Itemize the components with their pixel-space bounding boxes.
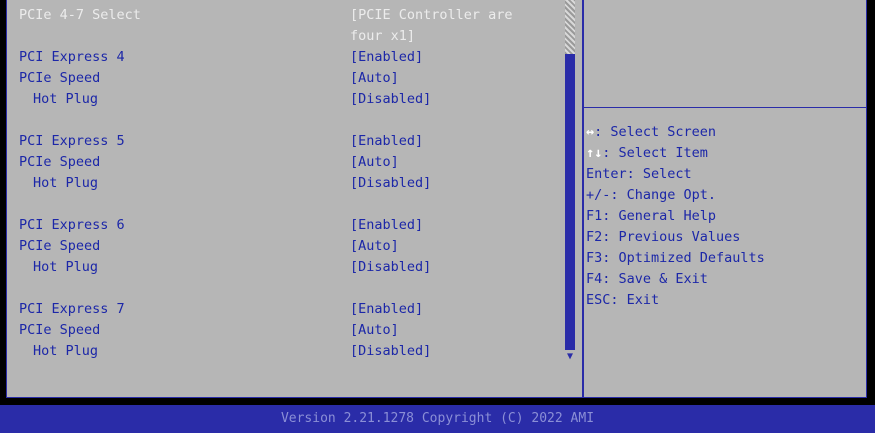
panel-divider xyxy=(582,0,584,397)
help-change: +/-: Change Opt. xyxy=(586,187,717,203)
setting-value[interactable]: [PCIE Controller are xyxy=(350,5,513,25)
setting-value[interactable]: [Auto] xyxy=(350,236,399,256)
setting-row-hot-plug-4[interactable]: Hot Plug [Disabled] xyxy=(7,89,557,109)
setting-row-pcie-speed-4[interactable]: PCIe Speed [Auto] xyxy=(7,68,557,88)
setting-row-pci-express-4[interactable]: PCI Express 4 [Enabled] xyxy=(7,47,557,67)
help-f2: F2: Previous Values xyxy=(586,229,741,245)
setting-label: PCI Express 7 xyxy=(19,301,125,317)
version-footer: Version 2.21.1278 Copyright (C) 2022 AMI xyxy=(0,405,875,433)
setting-label: Hot Plug xyxy=(33,343,99,359)
setting-row-pci-express-5[interactable]: PCI Express 5 [Enabled] xyxy=(7,131,557,151)
setting-label: Hot Plug xyxy=(33,175,99,191)
setting-label: PCI Express 6 xyxy=(19,217,125,233)
setting-value[interactable]: [Enabled] xyxy=(350,47,423,67)
setting-row-hot-plug-6[interactable]: Hot Plug [Disabled] xyxy=(7,257,557,277)
setting-label: Hot Plug xyxy=(33,91,99,107)
help-select-screen: ↔: Select Screen xyxy=(586,124,717,140)
setting-label: Hot Plug xyxy=(33,259,99,275)
help-f1: F1: General Help xyxy=(586,208,717,224)
setting-row-pci-express-6[interactable]: PCI Express 6 [Enabled] xyxy=(7,215,557,235)
setup-panel: PCIe 4-7 Select [PCIE Controller are fou… xyxy=(6,0,867,398)
setting-row-pcie-select[interactable]: PCIe 4-7 Select [PCIE Controller are xyxy=(7,5,557,25)
setting-row-hot-plug-7[interactable]: Hot Plug [Disabled] xyxy=(7,341,557,361)
setting-value[interactable]: [Enabled] xyxy=(350,131,423,151)
setting-label: PCIe Speed xyxy=(19,322,101,338)
scroll-down-arrow-icon[interactable]: ▼ xyxy=(564,350,576,364)
help-esc: ESC: Exit xyxy=(586,292,660,308)
setting-row-pcie-speed-5[interactable]: PCIe Speed [Auto] xyxy=(7,152,557,172)
setting-value[interactable]: [Auto] xyxy=(350,68,399,88)
setting-row-hot-plug-5[interactable]: Hot Plug [Disabled] xyxy=(7,173,557,193)
help-enter: Enter: Select xyxy=(586,166,692,182)
setting-value[interactable]: [Auto] xyxy=(350,320,399,340)
setting-row-pcie-speed-6[interactable]: PCIe Speed [Auto] xyxy=(7,236,557,256)
setting-label: PCIe Speed xyxy=(19,70,101,86)
up-down-arrow-icon: ↑↓ xyxy=(586,145,603,161)
setting-value[interactable]: [Auto] xyxy=(350,152,399,172)
setting-label: PCIe 4-7 Select xyxy=(19,7,141,23)
setting-row-pcie-speed-7[interactable]: PCIe Speed [Auto] xyxy=(7,320,557,340)
setting-label: PCI Express 5 xyxy=(19,133,125,149)
setting-value[interactable]: [Disabled] xyxy=(350,173,431,193)
setting-value[interactable]: [Disabled] xyxy=(350,341,431,361)
help-divider xyxy=(584,107,867,108)
setting-row-pci-express-7[interactable]: PCI Express 7 [Enabled] xyxy=(7,299,557,319)
setting-value[interactable]: [Disabled] xyxy=(350,89,431,109)
help-f3: F3: Optimized Defaults xyxy=(586,250,765,266)
bios-screen: PCIe 4-7 Select [PCIE Controller are fou… xyxy=(0,0,875,433)
setting-value: four x1] xyxy=(350,28,416,44)
scrollbar-upper-region[interactable] xyxy=(565,0,575,54)
help-panel: ↔: Select Screen ↑↓: Select Item Enter: … xyxy=(586,122,765,311)
scrollbar-thumb[interactable] xyxy=(565,54,575,350)
setting-row-continuation: four x1] xyxy=(7,26,557,46)
help-select-item: ↑↓: Select Item xyxy=(586,145,708,161)
setting-label: PCIe Speed xyxy=(19,238,101,254)
setting-label: PCI Express 4 xyxy=(19,49,125,65)
setting-value[interactable]: [Enabled] xyxy=(350,215,423,235)
left-right-arrow-icon: ↔ xyxy=(586,124,595,140)
help-f4: F4: Save & Exit xyxy=(586,271,708,287)
setting-label: PCIe Speed xyxy=(19,154,101,170)
setting-value[interactable]: [Disabled] xyxy=(350,257,431,277)
setting-value[interactable]: [Enabled] xyxy=(350,299,423,319)
